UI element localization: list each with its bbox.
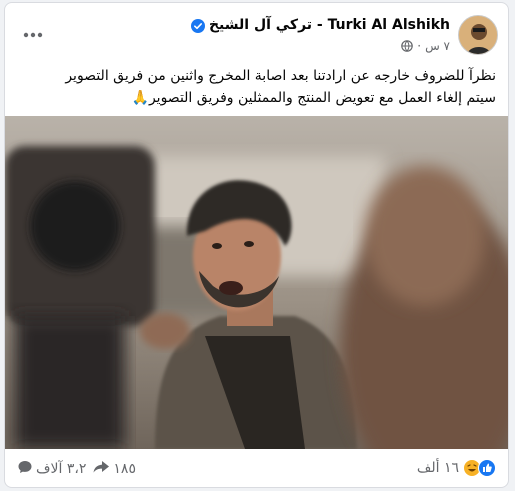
- post-meta: ٧ س ·: [401, 39, 450, 53]
- meta-separator: ·: [417, 39, 422, 53]
- shares-count: ١٨٥: [113, 461, 136, 477]
- reaction-icons: [463, 459, 496, 477]
- globe-icon[interactable]: [401, 40, 414, 52]
- comments-summary[interactable]: ٣،٢ آلاف: [17, 459, 86, 479]
- like-reaction-icon: [478, 459, 496, 477]
- post-image[interactable]: [5, 116, 508, 449]
- reactions-count: ١٦ ألف: [416, 460, 459, 476]
- share-icon: [92, 459, 110, 479]
- engagement-summary: ٣،٢ آلاف ١٨٥: [17, 459, 136, 479]
- verified-badge-icon: [190, 18, 205, 33]
- post-footer: ١٦ ألف ٣،٢ آلاف ١٨٥: [5, 449, 508, 487]
- reactions-summary[interactable]: ١٦ ألف: [417, 459, 496, 477]
- comments-count: ٣،٢ آلاف: [36, 461, 87, 477]
- post-text: نظرآ للضروف خارجه عن ارادتنا بعد اصابة ا…: [16, 65, 496, 109]
- post-text-line: سيتم إلغاء العمل مع تعويض المنتج والممثل…: [131, 90, 496, 106]
- author-name-row: Turki Al Alshikh - تركي آل الشيخ: [190, 17, 450, 33]
- post-time[interactable]: ٧ س: [425, 39, 450, 53]
- post-header: Turki Al Alshikh - تركي آل الشيخ ٧ س ·: [5, 3, 508, 63]
- comment-icon: [17, 459, 33, 479]
- post-card: Turki Al Alshikh - تركي آل الشيخ ٧ س · ن…: [4, 2, 509, 488]
- more-dots-icon[interactable]: [19, 21, 47, 49]
- post-text-line: نظرآ للضروف خارجه عن ارادتنا بعد اصابة ا…: [65, 68, 496, 84]
- author-avatar[interactable]: [458, 15, 498, 55]
- shares-summary[interactable]: ١٨٥: [92, 459, 136, 479]
- author-name[interactable]: Turki Al Alshikh - تركي آل الشيخ: [209, 17, 450, 33]
